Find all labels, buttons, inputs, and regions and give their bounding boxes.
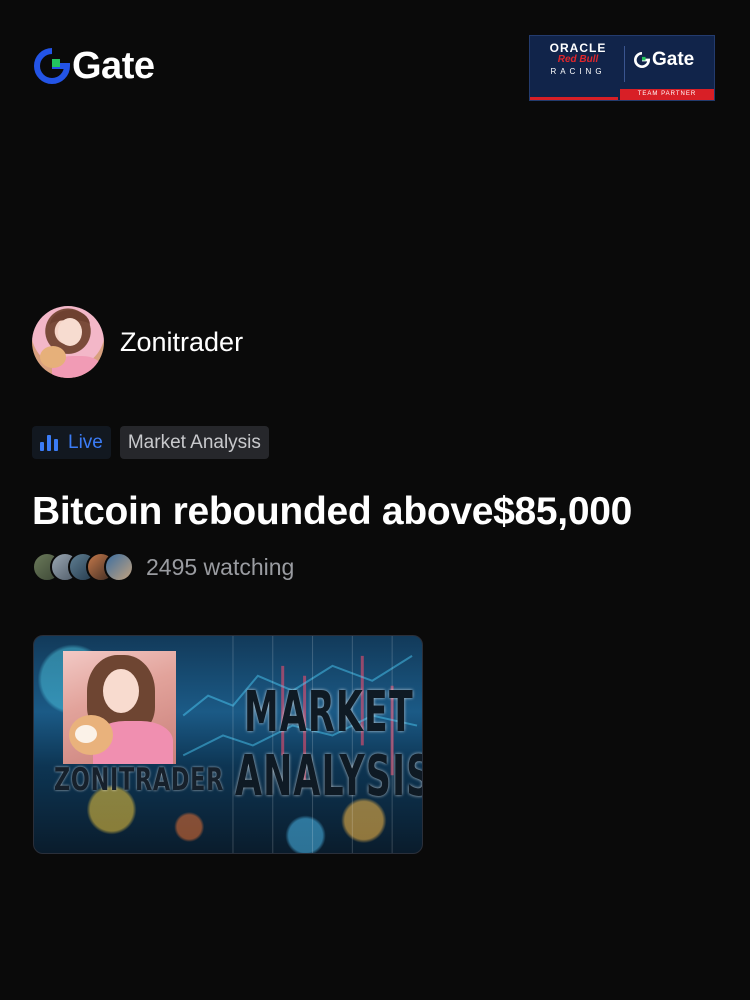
- watching-count: 2495 watching: [146, 553, 295, 580]
- gate-logo-icon: [34, 48, 70, 84]
- stream-thumbnail[interactable]: ZONITRADER MARKET ANALYSIS: [33, 635, 423, 854]
- live-bars-icon: [40, 434, 58, 451]
- partner-line-oracle: ORACLE: [549, 41, 607, 55]
- thumbnail-headline-line2: ANALYSIS: [235, 744, 423, 809]
- partner-red-band: [530, 97, 618, 100]
- partner-line-redbull: Red Bull: [557, 54, 599, 65]
- live-badge: Live: [32, 426, 111, 459]
- partner-gate-label: Gate: [652, 49, 695, 70]
- gate-logo-icon: [634, 52, 650, 68]
- brand-name: Gate: [72, 45, 155, 87]
- thumbnail-headline-line1: MARKET: [244, 680, 414, 745]
- topic-label: Market Analysis: [127, 431, 261, 453]
- partner-gate-logo: Gate: [634, 50, 694, 70]
- partner-line-racing: RACING: [550, 67, 606, 76]
- stream-tags: Live Market Analysis: [32, 426, 269, 459]
- viewer-summary: 2495 watching: [32, 552, 294, 582]
- thumbnail-name-text: ZONITRADER: [54, 762, 224, 798]
- team-partner-badge: TEAM PARTNER: [620, 89, 714, 100]
- team-partner-banner: ORACLE Red Bull RACING Gate TEAM PARTNER: [529, 35, 715, 101]
- streamer-name[interactable]: Zonitrader: [120, 327, 243, 358]
- avatar[interactable]: [32, 306, 104, 378]
- topic-tag[interactable]: Market Analysis: [119, 426, 269, 459]
- viewer-avatar: [104, 552, 134, 582]
- gate-logo[interactable]: Gate: [34, 45, 155, 87]
- viewer-avatar-stack: [32, 552, 134, 582]
- partner-divider: [624, 46, 625, 82]
- stream-title: Bitcoin rebounded above$85,000: [32, 490, 633, 533]
- thumbnail-streamer-photo: [63, 651, 176, 764]
- live-label: Live: [68, 431, 103, 453]
- oracle-redbull-racing-logo: ORACLE Red Bull RACING: [538, 42, 618, 78]
- streamer-profile[interactable]: Zonitrader: [32, 306, 243, 378]
